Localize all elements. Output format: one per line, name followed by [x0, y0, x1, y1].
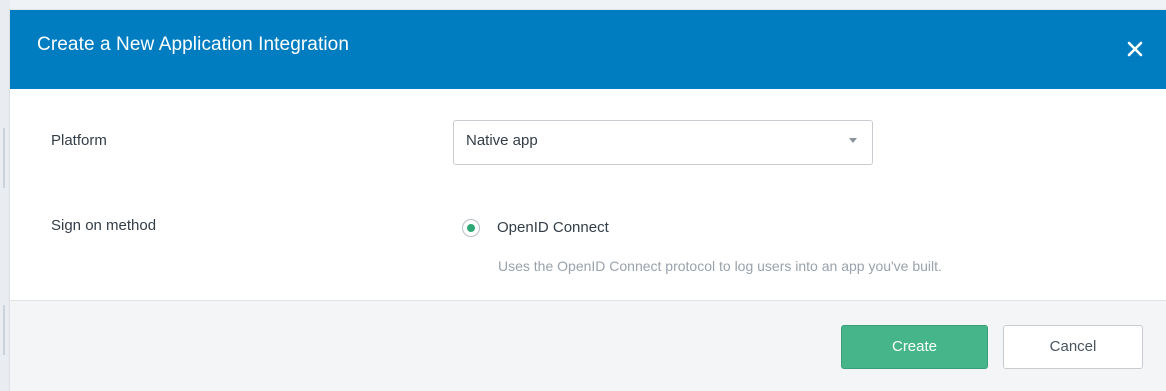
- close-icon: [1127, 41, 1143, 57]
- dialog-title: Create a New Application Integration: [37, 34, 350, 55]
- create-app-dialog: Create a New Application Integration Pla…: [10, 10, 1166, 391]
- openid-connect-label[interactable]: OpenID Connect: [497, 219, 609, 236]
- screen: Create a New Application Integration Pla…: [0, 0, 1166, 391]
- platform-select[interactable]: Native app: [453, 120, 873, 165]
- radio-selected-dot: [467, 224, 475, 232]
- create-button[interactable]: Create: [841, 325, 988, 369]
- close-button[interactable]: [1122, 36, 1148, 62]
- platform-selected-value: Native app: [466, 132, 538, 149]
- dialog-header: Create a New Application Integration: [10, 10, 1166, 89]
- background-divider: [3, 305, 5, 355]
- background-page-edge: [0, 0, 10, 391]
- dialog-footer: Create Cancel: [10, 301, 1166, 391]
- openid-connect-radio[interactable]: [462, 219, 480, 237]
- sign-on-method-label: Sign on method: [51, 217, 157, 234]
- caret-down-icon: [849, 138, 857, 143]
- platform-label: Platform: [51, 132, 107, 149]
- background-divider: [3, 128, 5, 188]
- cancel-button[interactable]: Cancel: [1003, 325, 1143, 369]
- openid-connect-help-text: Uses the OpenID Connect protocol to log …: [498, 258, 942, 274]
